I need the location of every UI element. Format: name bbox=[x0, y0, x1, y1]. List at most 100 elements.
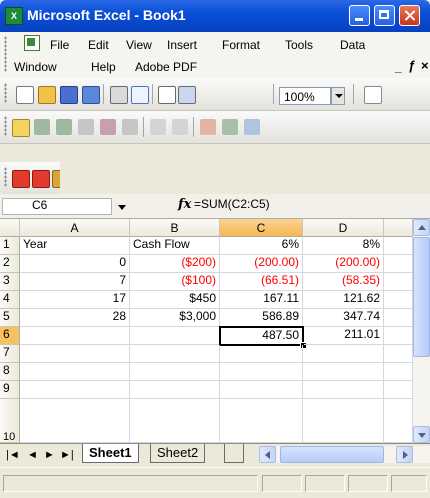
cell-a2[interactable]: 0 bbox=[20, 255, 130, 273]
delete-comment-icon[interactable] bbox=[122, 119, 138, 135]
tab-more[interactable] bbox=[224, 444, 244, 463]
cell-b8[interactable] bbox=[130, 363, 220, 381]
cell-d3[interactable]: (58.35) bbox=[303, 273, 384, 291]
cell-b1[interactable]: Cash Flow bbox=[130, 237, 220, 255]
row-header-3[interactable]: 3 bbox=[0, 273, 20, 291]
new-icon[interactable] bbox=[16, 86, 34, 104]
research-icon[interactable] bbox=[178, 86, 196, 104]
workbook-icon[interactable] bbox=[24, 35, 40, 51]
cell-b9[interactable] bbox=[130, 381, 220, 399]
workbook-close-button[interactable]: × bbox=[421, 58, 429, 73]
track-changes-icon[interactable] bbox=[200, 119, 216, 135]
cell-b4[interactable]: $450 bbox=[130, 291, 220, 309]
row-header-8[interactable]: 8 bbox=[0, 363, 20, 381]
cell-e2[interactable] bbox=[384, 255, 413, 273]
cell-b3[interactable]: ($100) bbox=[130, 273, 220, 291]
scroll-up-button[interactable] bbox=[413, 219, 430, 236]
column-header-a[interactable]: A bbox=[20, 219, 130, 237]
cell-d6[interactable]: 211.01 bbox=[304, 327, 384, 345]
horizontal-scroll-thumb[interactable] bbox=[280, 446, 384, 463]
new-comment-icon[interactable] bbox=[12, 119, 30, 137]
cell-b7[interactable] bbox=[130, 345, 220, 363]
cell-d4[interactable]: 121.62 bbox=[303, 291, 384, 309]
first-sheet-icon[interactable]: |◄ bbox=[6, 449, 20, 461]
cell-e7[interactable] bbox=[384, 345, 413, 363]
name-box[interactable] bbox=[2, 198, 112, 215]
cell-c1[interactable]: 6% bbox=[220, 237, 303, 255]
menu-help[interactable]: Help bbox=[91, 60, 116, 74]
cell-d5[interactable]: 347.74 bbox=[303, 309, 384, 327]
cell-e5[interactable] bbox=[384, 309, 413, 327]
cell-a7[interactable] bbox=[20, 345, 130, 363]
print-preview-icon[interactable] bbox=[131, 86, 149, 104]
row-header-4[interactable]: 4 bbox=[0, 291, 20, 309]
cell-e8[interactable] bbox=[384, 363, 413, 381]
print-icon[interactable] bbox=[110, 86, 128, 104]
minimize-button[interactable] bbox=[349, 5, 370, 26]
worksheet-grid[interactable]: A B C D 1 2 3 4 5 6 7 8 9 10 Year Cash F… bbox=[0, 219, 430, 443]
cell-a9[interactable] bbox=[20, 381, 130, 399]
cell-a3[interactable]: 7 bbox=[20, 273, 130, 291]
vertical-scrollbar[interactable] bbox=[413, 219, 430, 443]
tab-sheet1[interactable]: Sheet1 bbox=[82, 444, 139, 463]
workbook-restore-button[interactable]: ƒ bbox=[408, 58, 415, 73]
cell-d2[interactable]: (200.00) bbox=[303, 255, 384, 273]
cell-d9[interactable] bbox=[303, 381, 384, 399]
show-comment-icon[interactable] bbox=[78, 119, 94, 135]
cell-c4[interactable]: 167.11 bbox=[220, 291, 303, 309]
show-all-comments-icon[interactable] bbox=[100, 119, 116, 135]
menu-file[interactable]: File bbox=[50, 38, 69, 52]
maximize-button[interactable] bbox=[374, 5, 395, 26]
menu-view[interactable]: View bbox=[126, 38, 152, 52]
cell-b6[interactable] bbox=[130, 327, 220, 345]
cell-a10[interactable] bbox=[20, 399, 130, 443]
cell-a1[interactable]: Year bbox=[20, 237, 130, 255]
zoom-dropdown-arrow[interactable] bbox=[331, 87, 345, 105]
send-for-review-icon[interactable] bbox=[244, 119, 260, 135]
convert-and-email-icon[interactable] bbox=[32, 170, 50, 188]
cell-a8[interactable] bbox=[20, 363, 130, 381]
zoom-select[interactable]: 100% bbox=[279, 87, 331, 105]
scroll-right-button[interactable] bbox=[396, 446, 413, 463]
menu-adobe-pdf[interactable]: Adobe PDF bbox=[135, 60, 197, 74]
next-comment-icon[interactable] bbox=[56, 119, 72, 135]
cell-b2[interactable]: ($200) bbox=[130, 255, 220, 273]
cell-c9[interactable] bbox=[220, 381, 303, 399]
insert-function-icon[interactable]: fx bbox=[178, 197, 191, 212]
select-all-corner[interactable] bbox=[0, 219, 20, 237]
menu-window[interactable]: Window bbox=[14, 60, 57, 74]
cell-e1[interactable] bbox=[384, 237, 413, 255]
cell-d7[interactable] bbox=[303, 345, 384, 363]
cell-a6[interactable] bbox=[20, 327, 130, 345]
cell-c7[interactable] bbox=[220, 345, 303, 363]
row-header-1[interactable]: 1 bbox=[0, 237, 20, 255]
delete-ink-icon[interactable] bbox=[172, 119, 188, 135]
cell-b5[interactable]: $3,000 bbox=[130, 309, 220, 327]
menu-edit[interactable]: Edit bbox=[88, 38, 109, 52]
column-header-b[interactable]: B bbox=[130, 219, 220, 237]
menu-tools[interactable]: Tools bbox=[285, 38, 313, 52]
scroll-left-button[interactable] bbox=[259, 446, 276, 463]
row-header-6[interactable]: 6 bbox=[0, 327, 20, 345]
close-button[interactable] bbox=[399, 5, 420, 26]
row-header-10[interactable]: 10 bbox=[0, 399, 20, 443]
column-header-c[interactable]: C bbox=[220, 219, 303, 237]
previous-sheet-icon[interactable]: ◄ bbox=[27, 449, 38, 461]
next-sheet-icon[interactable]: ► bbox=[44, 449, 55, 461]
align-icon[interactable] bbox=[364, 86, 382, 104]
last-sheet-icon[interactable]: ►| bbox=[60, 449, 74, 461]
row-header-7[interactable]: 7 bbox=[0, 345, 20, 363]
update-file-icon[interactable] bbox=[222, 119, 238, 135]
cell-e3[interactable] bbox=[384, 273, 413, 291]
cell-c10[interactable] bbox=[220, 399, 303, 443]
cell-e9[interactable] bbox=[384, 381, 413, 399]
save-icon[interactable] bbox=[60, 86, 78, 104]
row-header-2[interactable]: 2 bbox=[0, 255, 20, 273]
workbook-minimize-button[interactable]: _ bbox=[395, 60, 402, 74]
name-box-dropdown-arrow[interactable] bbox=[118, 205, 126, 210]
row-header-5[interactable]: 5 bbox=[0, 309, 20, 327]
row-header-9[interactable]: 9 bbox=[0, 381, 20, 399]
cell-a5[interactable]: 28 bbox=[20, 309, 130, 327]
menu-format[interactable]: Format bbox=[222, 38, 260, 52]
formula-input[interactable]: =SUM(C2:C5) bbox=[194, 197, 270, 211]
